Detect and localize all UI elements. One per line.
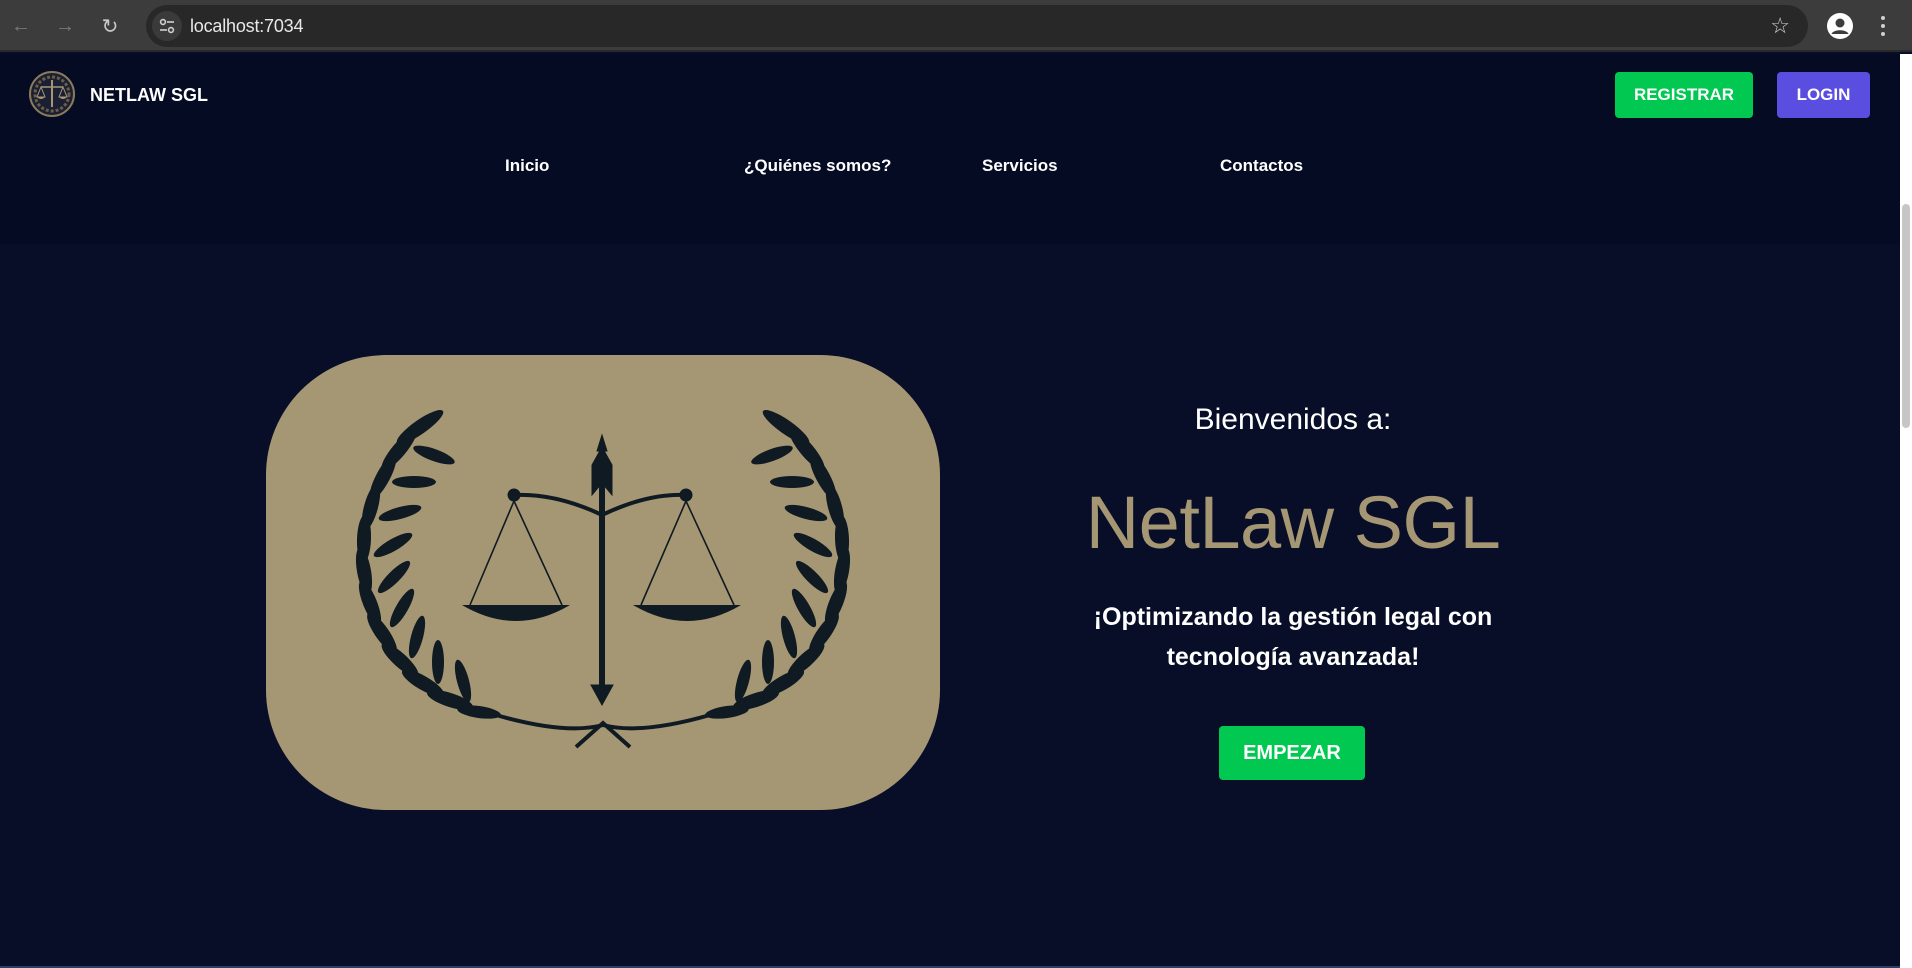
scales-of-justice-icon (355, 409, 851, 749)
brand-name[interactable]: NETLAW SGL (90, 85, 208, 106)
hero-tagline: ¡Optimizando la gestión legal con tecnol… (1093, 603, 1493, 671)
welcome-text: Bienvenidos a: (1194, 403, 1392, 436)
site-header: NETLAW SGL REGISTRAR LOGIN Inicio ¿Quién… (0, 54, 1900, 244)
page-viewport: NETLAW SGL REGISTRAR LOGIN Inicio ¿Quién… (0, 54, 1912, 968)
nav-link-quienes-somos[interactable]: ¿Quiénes somos? (744, 156, 891, 176)
scrollbar[interactable] (1900, 54, 1912, 968)
star-icon[interactable]: ☆ (1770, 13, 1790, 39)
hero-image (266, 355, 940, 810)
forward-arrow-icon[interactable]: → (52, 13, 78, 39)
start-button[interactable]: EMPEZAR (1219, 726, 1365, 780)
profile-icon[interactable] (1826, 12, 1854, 40)
scales-logo-icon[interactable] (28, 70, 76, 118)
browser-toolbar: ← → ↻ localhost:7034 ☆ (0, 0, 1912, 52)
back-arrow-icon[interactable]: ← (8, 13, 34, 39)
kebab-menu-icon[interactable] (1876, 12, 1890, 40)
url-text[interactable]: localhost:7034 (190, 16, 303, 37)
address-bar[interactable]: localhost:7034 ☆ (146, 5, 1808, 47)
register-button[interactable]: REGISTRAR (1615, 72, 1753, 118)
nav-link-inicio[interactable]: Inicio (505, 156, 549, 176)
nav-link-contactos[interactable]: Contactos (1220, 156, 1303, 176)
login-button[interactable]: LOGIN (1777, 72, 1870, 118)
nav-link-servicios[interactable]: Servicios (982, 156, 1058, 176)
reload-icon[interactable]: ↻ (97, 13, 123, 39)
scrollbar-thumb[interactable] (1902, 204, 1910, 428)
hero-title: NetLaw SGL (1085, 481, 1501, 564)
tune-icon[interactable] (152, 11, 182, 41)
